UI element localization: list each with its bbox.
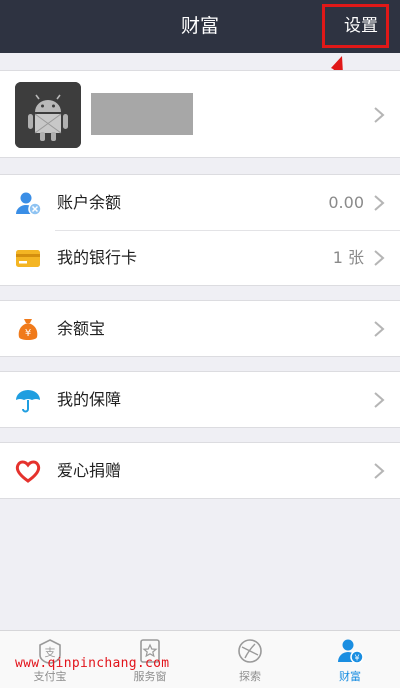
chevron-right-icon — [373, 391, 385, 409]
insurance-label: 我的保障 — [57, 390, 122, 409]
chevron-right-icon — [373, 106, 385, 124]
user-wealth-icon: ¥ — [336, 637, 364, 665]
heart-icon — [14, 457, 42, 485]
yuebao-row[interactable]: ¥ 余额宝 — [0, 301, 400, 356]
bank-card-icon — [14, 244, 42, 272]
compass-icon — [236, 637, 264, 665]
umbrella-icon — [14, 386, 42, 414]
tab-label: 财富 — [339, 670, 361, 683]
chevron-right-icon — [373, 462, 385, 480]
tab-wealth[interactable]: ¥ 财富 — [300, 631, 400, 688]
account-balance-value: 0.00 — [328, 193, 364, 212]
bank-card-count: 1 张 — [332, 248, 364, 267]
profile-card[interactable] — [0, 70, 400, 158]
account-balance-row[interactable]: 账户余额 0.00 — [0, 175, 400, 230]
watermark-text: www.qinpinchang.com — [15, 656, 170, 671]
svg-text:¥: ¥ — [25, 328, 31, 339]
username-redacted — [91, 93, 193, 135]
chevron-right-icon — [373, 320, 385, 338]
tab-explore[interactable]: 探索 — [200, 631, 300, 688]
money-bag-icon: ¥ — [14, 315, 42, 343]
charity-label: 爱心捐赠 — [57, 461, 122, 480]
charity-section: 爱心捐赠 — [0, 442, 400, 499]
yuebao-label: 余额宝 — [57, 319, 106, 338]
annotation-highlight-box — [322, 4, 389, 48]
yuebao-section: ¥ 余额宝 — [0, 300, 400, 357]
tab-label: 探索 — [239, 670, 261, 683]
account-balance-label: 账户余额 — [57, 193, 122, 212]
account-section: 账户余额 0.00 我的银行卡 1 张 — [0, 174, 400, 286]
chevron-right-icon — [373, 249, 385, 267]
charity-row[interactable]: 爱心捐赠 — [0, 443, 400, 498]
android-robot-icon — [15, 82, 81, 148]
chevron-right-icon — [373, 194, 385, 212]
avatar — [15, 82, 81, 148]
bank-card-row[interactable]: 我的银行卡 1 张 — [0, 230, 400, 285]
insurance-section: 我的保障 — [0, 371, 400, 428]
insurance-row[interactable]: 我的保障 — [0, 372, 400, 427]
bank-card-label: 我的银行卡 — [57, 248, 138, 267]
user-balance-icon — [14, 189, 42, 217]
svg-text:¥: ¥ — [354, 654, 359, 663]
